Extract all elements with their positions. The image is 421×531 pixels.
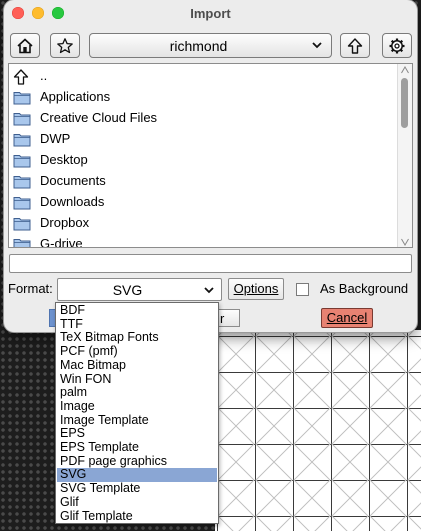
file-name: Creative Cloud Files [40,110,158,125]
file-list-item[interactable]: Downloads [9,192,399,213]
format-option[interactable]: Image [57,399,217,414]
directory-select[interactable]: richmond [89,33,332,58]
home-button[interactable] [10,33,40,58]
file-list-item[interactable]: Creative Cloud Files [9,108,399,129]
format-option[interactable]: BDF [57,303,217,318]
filter-button-label: r [220,311,225,326]
folder-icon [13,237,31,247]
parent-directory-button[interactable] [340,33,370,58]
folder-icon [13,111,31,129]
format-option[interactable]: PDF page graphics [57,454,217,469]
format-option[interactable]: TeX Bitmap Fonts [57,331,217,345]
glyph-grid-background [215,330,421,531]
file-name: Applications [40,89,111,104]
gear-icon [389,38,405,53]
scroll-up-arrow-icon[interactable] [401,66,409,74]
format-select[interactable]: SVG [57,278,222,301]
file-list-item[interactable]: Desktop [9,150,399,171]
format-option[interactable]: Glif [57,495,217,510]
format-label: Format: [8,281,53,296]
home-icon [17,37,33,53]
as-background-checkbox[interactable] [296,283,309,296]
options-button-label: Options [233,281,279,296]
up-arrow-icon [13,69,29,88]
format-option[interactable]: EPS [57,427,217,441]
options-button[interactable]: Options [228,278,284,300]
file-name: G-drive [40,236,83,248]
file-list-item[interactable]: .. [9,66,399,87]
file-name: Dropbox [40,215,90,230]
file-name: .. [40,68,48,83]
folder-icon [13,90,31,108]
as-background-label: As Background [320,281,409,296]
filter-button[interactable]: r [218,309,240,327]
format-option[interactable]: Win FON [57,372,217,387]
format-option[interactable]: SVG [57,468,217,483]
chevron-down-icon [312,42,322,49]
import-dialog: Import richmond .. Applications Creative… [4,0,417,332]
folder-icon [13,153,31,171]
file-list-item[interactable]: Dropbox [9,213,399,234]
scroll-down-arrow-icon[interactable] [401,238,409,246]
file-list-item[interactable]: G-drive [9,234,399,248]
title-bar: Import [4,0,417,28]
file-list[interactable]: .. Applications Creative Cloud Files DWP Des… [8,63,413,248]
folder-icon [13,132,31,150]
window-title: Import [190,6,231,21]
folder-icon [13,195,31,213]
file-name: Downloads [40,194,105,209]
file-name: Documents [40,173,106,188]
file-name: Desktop [40,152,88,167]
format-option[interactable]: Glif Template [57,509,217,524]
file-list-item[interactable]: Applications [9,87,399,108]
format-value: SVG [112,282,143,298]
settings-button[interactable] [382,33,412,58]
folder-icon [13,174,31,192]
format-option[interactable]: Image Template [57,413,217,428]
chevron-down-icon [204,287,214,294]
file-list-item[interactable]: DWP [9,129,399,150]
file-name: DWP [40,131,71,146]
format-option[interactable]: PCF (pmf) [57,344,217,359]
up-arrow-icon [347,37,363,54]
file-list-item[interactable]: Documents [9,171,399,192]
format-option[interactable]: EPS Template [57,440,217,455]
cancel-button-label: Cancel [326,310,368,325]
format-option[interactable]: Mac Bitmap [57,358,217,373]
cancel-button[interactable]: Cancel [321,308,373,328]
format-option[interactable]: SVG Template [57,481,217,496]
bookmark-button[interactable] [50,33,80,58]
directory-value: richmond [169,38,228,54]
format-option[interactable]: TTF [57,317,217,332]
filename-input[interactable] [9,254,412,273]
folder-icon [13,216,31,234]
star-icon [57,37,73,53]
file-list-scrollbar[interactable] [397,64,412,247]
format-option[interactable]: palm [57,385,217,400]
scrollbar-thumb[interactable] [401,78,408,128]
format-dropdown-menu: BDF TTF TeX Bitmap Fonts PCF (pmf) Mac Bitma… [55,302,219,524]
